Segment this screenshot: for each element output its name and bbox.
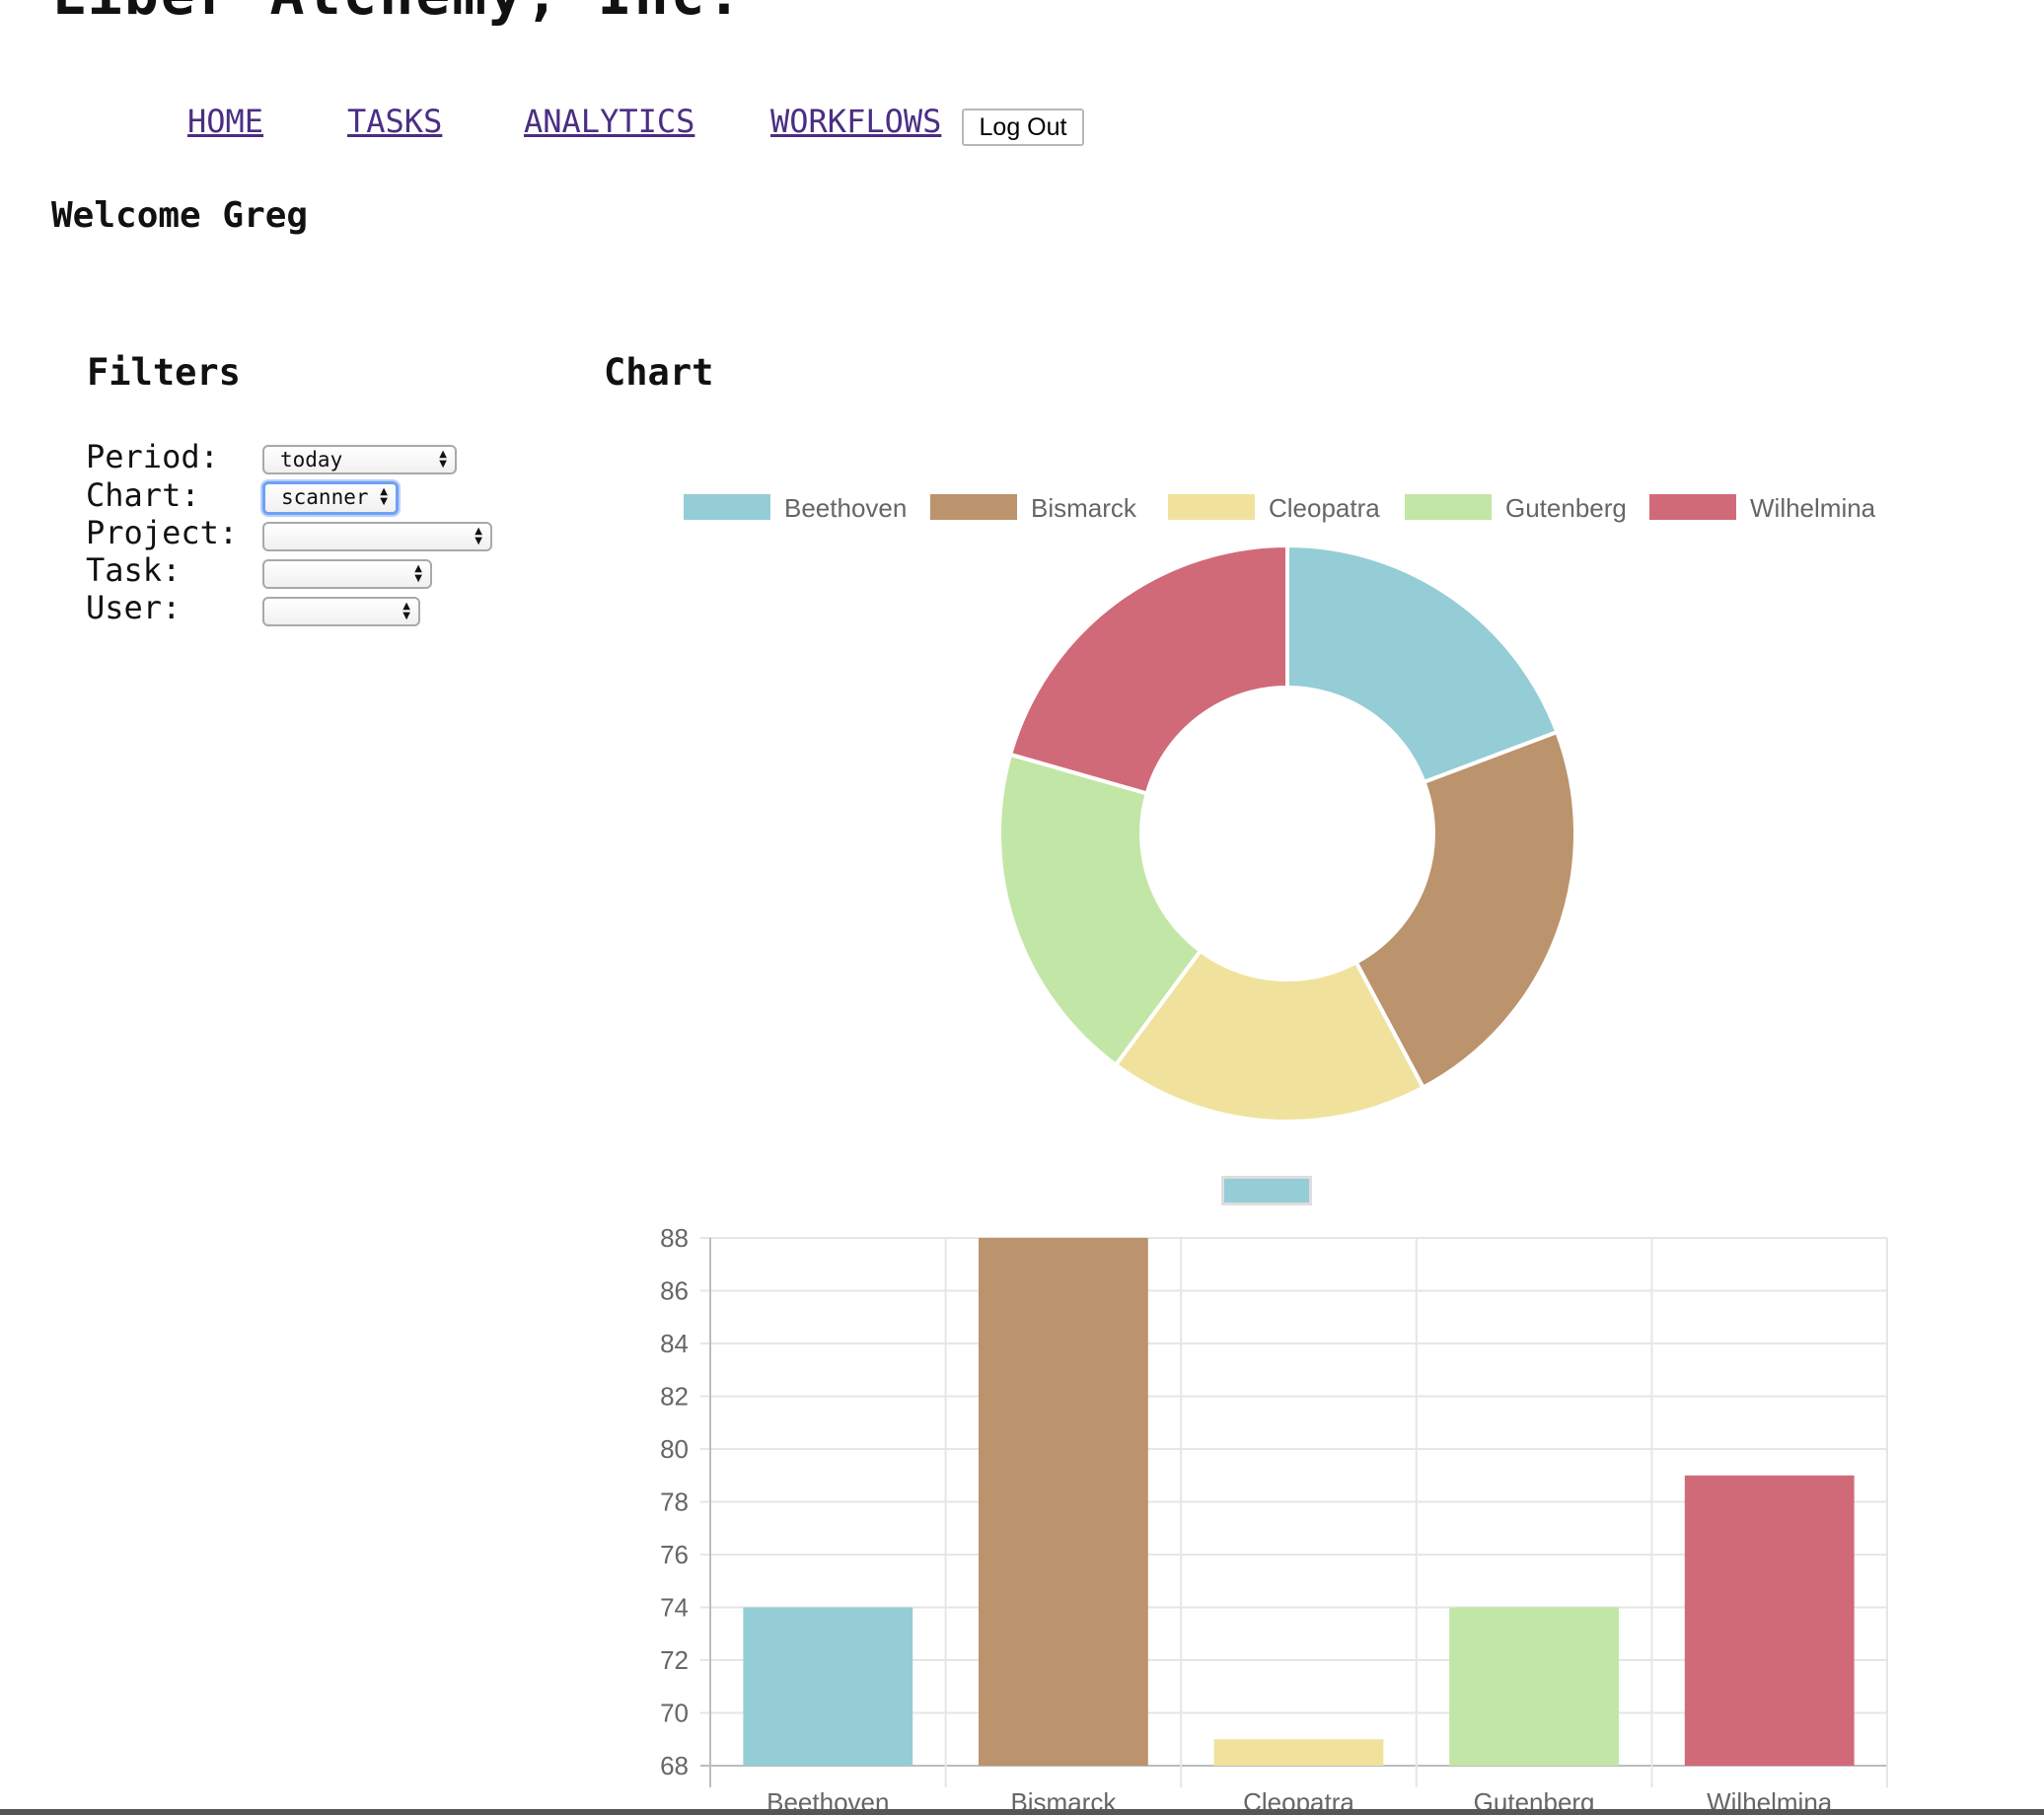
select-arrows-icon: ▲ ▼: [380, 486, 388, 507]
user-select[interactable]: ▲ ▼: [262, 597, 420, 626]
filters-heading: Filters: [87, 351, 241, 394]
select-arrows-icon: ▲ ▼: [439, 449, 447, 470]
project-label: Project:: [86, 514, 239, 551]
y-tick-label: 76: [660, 1540, 689, 1569]
project-select[interactable]: ▲ ▼: [262, 522, 492, 551]
select-arrows-icon: ▲ ▼: [402, 601, 410, 621]
doughnut-slice-wilhelmina[interactable]: [1007, 543, 1289, 796]
nav-analytics-link[interactable]: ANALYTICS: [524, 103, 694, 140]
chart-label: Chart:: [86, 476, 200, 514]
legend-label: Wilhelmina: [1750, 493, 1876, 523]
task-label: Task:: [86, 551, 182, 589]
legend-swatch: [1168, 494, 1255, 520]
y-tick-label: 80: [660, 1434, 689, 1464]
y-tick-label: 88: [660, 1223, 689, 1253]
bar-cleopatra[interactable]: [1213, 1739, 1384, 1766]
bar-beethoven[interactable]: [743, 1607, 913, 1767]
legend-swatch: [684, 494, 770, 520]
chart-heading: Chart: [604, 351, 714, 394]
y-tick-label: 72: [660, 1645, 689, 1675]
x-tick-label: Gutenberg: [1474, 1787, 1595, 1810]
y-tick-label: 82: [660, 1382, 689, 1412]
period-label: Period:: [86, 438, 219, 475]
chart-type-select-value: scanner: [281, 485, 369, 509]
y-tick-label: 70: [660, 1699, 689, 1728]
doughnut-chart: [997, 543, 1577, 1124]
task-select[interactable]: ▲ ▼: [262, 559, 432, 589]
window-bottom-edge: [0, 1809, 2044, 1815]
x-tick-label: Cleopatra: [1243, 1787, 1354, 1810]
nav-home-link[interactable]: HOME: [187, 103, 263, 140]
period-select[interactable]: today ▲ ▼: [262, 445, 457, 474]
bar-chart: 88 86 84 82 80 78 76 74 72 70 68 Beethoven Bismarck C…: [660, 1223, 1888, 1810]
x-tick-label: Bismarck: [1010, 1787, 1117, 1810]
bar-wilhelmina[interactable]: [1684, 1475, 1855, 1766]
select-arrows-icon: ▲ ▼: [474, 526, 482, 546]
bar-gutenberg[interactable]: [1449, 1607, 1619, 1767]
nav-workflows-link[interactable]: WORKFLOWS: [770, 103, 941, 140]
legend-label: Gutenberg: [1505, 493, 1627, 523]
legend-label: Bismarck: [1031, 493, 1136, 523]
bar-bismarck[interactable]: [979, 1238, 1148, 1766]
company-title: Liber Alchemy, Inc.: [51, 0, 743, 28]
y-tick-label: 78: [660, 1488, 689, 1517]
y-tick-label: 86: [660, 1276, 689, 1306]
log-out-button[interactable]: Log Out: [962, 109, 1084, 146]
legend-swatch: [930, 494, 1017, 520]
select-arrows-icon: ▲ ▼: [414, 563, 422, 584]
x-tick-label: Beethoven: [766, 1787, 889, 1810]
y-tick-label: 68: [660, 1751, 689, 1780]
legend-swatch: [1649, 494, 1736, 520]
welcome-message: Welcome Greg: [51, 195, 309, 236]
x-tick-label: Wilhelmina: [1707, 1787, 1833, 1810]
y-tick-label: 74: [660, 1593, 689, 1623]
chart-type-select[interactable]: scanner ▲ ▼: [262, 481, 399, 515]
legend-label: Cleopatra: [1269, 493, 1380, 523]
nav-tasks-link[interactable]: TASKS: [347, 103, 442, 140]
legend-swatch: [1405, 494, 1492, 520]
period-select-value: today: [280, 448, 343, 472]
legend-label: Beethoven: [784, 493, 908, 523]
user-label: User:: [86, 589, 182, 626]
y-tick-label: 84: [660, 1329, 689, 1358]
